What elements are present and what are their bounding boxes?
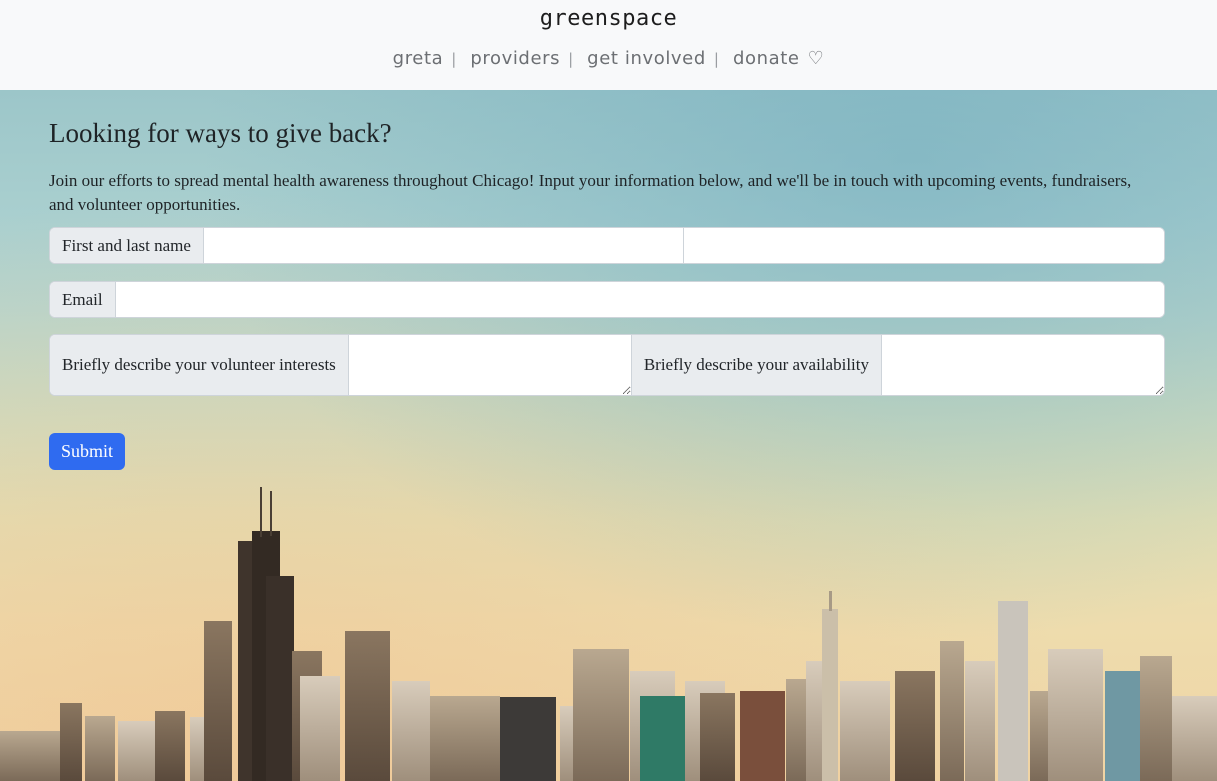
nav-separator: | (568, 49, 574, 68)
top-navbar: greenspace greta | providers | get invol… (0, 0, 1217, 90)
first-name-input[interactable] (203, 228, 684, 263)
nav-link-providers[interactable]: providers (470, 48, 560, 69)
name-label: First and last name (50, 228, 204, 263)
interests-textarea[interactable] (348, 335, 631, 395)
nav-separator: | (451, 49, 457, 68)
brand-logo[interactable]: greenspace (0, 6, 1217, 31)
nav-link-donate[interactable]: donate ♡ (733, 48, 824, 69)
get-involved-section: Looking for ways to give back? Join our … (49, 90, 1165, 470)
last-name-input[interactable] (683, 228, 1164, 263)
email-input-group: Email (49, 281, 1165, 318)
skyline-image (0, 487, 1217, 781)
nav-link-greta[interactable]: greta (393, 48, 444, 69)
interests-label: Briefly describe your volunteer interest… (50, 335, 349, 395)
page-title: Looking for ways to give back? (49, 118, 392, 148)
submit-button[interactable]: Submit (49, 433, 126, 470)
email-label: Email (50, 282, 116, 317)
name-input-group: First and last name (49, 227, 1165, 264)
description-input-group: Briefly describe your volunteer interest… (49, 334, 1165, 396)
heart-outline-icon: ♡ (807, 48, 825, 69)
volunteer-form: First and last name Email Briefly descri… (49, 227, 1165, 470)
intro-text: Join our efforts to spread mental health… (49, 171, 1132, 214)
nav-link-get-involved[interactable]: get involved (587, 48, 706, 69)
nav-link-donate-label: donate (732, 48, 800, 69)
availability-label: Briefly describe your availability (630, 335, 882, 395)
nav-separator: | (713, 49, 719, 68)
availability-textarea[interactable] (882, 335, 1164, 395)
email-input[interactable] (115, 282, 1164, 317)
main-nav: greta | providers | get involved | donat… (0, 48, 1217, 69)
